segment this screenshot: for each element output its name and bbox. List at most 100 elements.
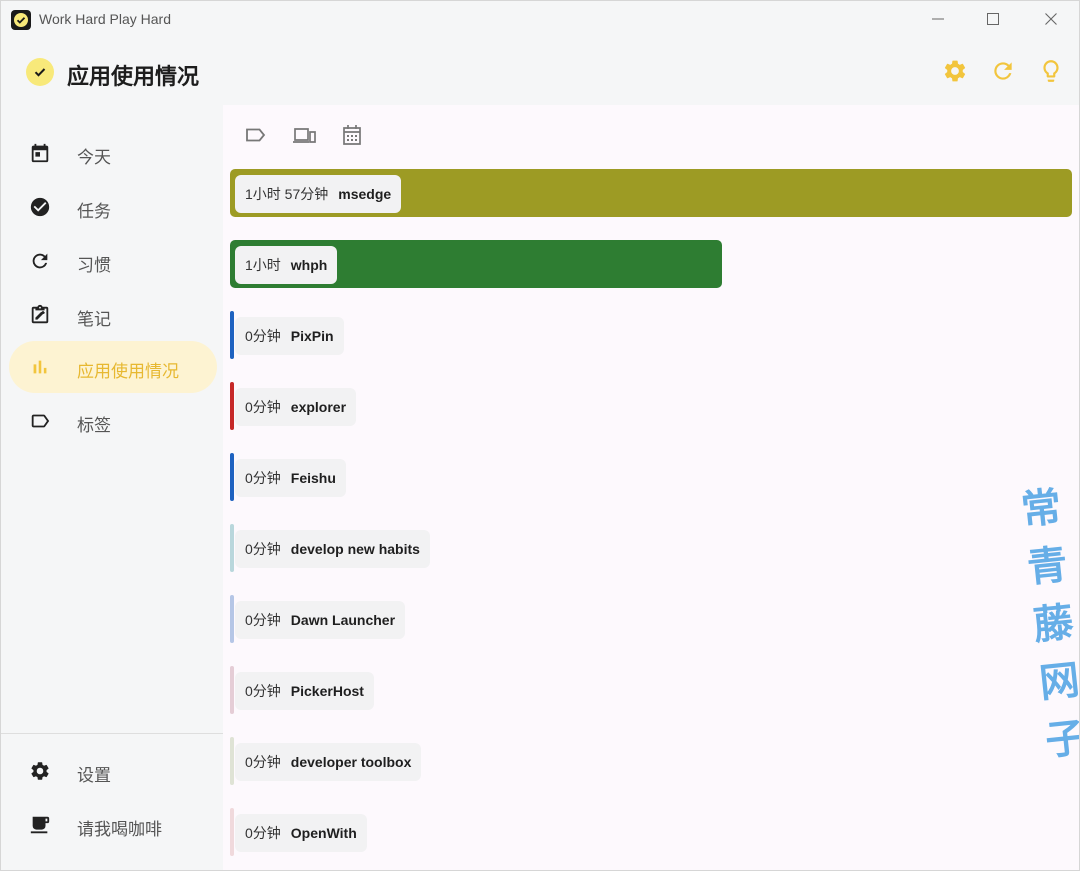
usage-app-name: develop new habits — [290, 541, 420, 557]
usage-duration: 0分钟 — [245, 825, 281, 841]
usage-app-name: Dawn Launcher — [290, 612, 396, 628]
calendar-icon — [343, 125, 361, 145]
filter-toolbar — [243, 123, 365, 147]
tag-filter-button[interactable] — [243, 123, 269, 147]
date-filter-button[interactable] — [339, 123, 365, 147]
usage-duration: 1小时 57分钟 — [245, 186, 329, 202]
usage-duration: 0分钟 — [245, 470, 281, 486]
usage-row[interactable]: 0分钟 developer toolbox — [230, 737, 1072, 785]
lightbulb-icon — [1043, 60, 1059, 82]
usage-bar — [230, 737, 234, 785]
title-bar: Work Hard Play Hard — [1, 1, 1079, 37]
usage-chip: 0分钟 PixPin — [235, 317, 344, 355]
usage-bar — [230, 595, 234, 643]
sidebar-item-settings[interactable]: 设置 — [9, 745, 217, 797]
devices-icon — [293, 128, 316, 143]
usage-row[interactable]: 0分钟 explorer — [230, 382, 1072, 430]
tips-button[interactable] — [1037, 57, 1065, 85]
header-check-icon — [26, 58, 54, 86]
page-title: 应用使用情况 — [67, 64, 200, 89]
settings-button[interactable] — [941, 57, 969, 85]
usage-duration: 0分钟 — [245, 328, 281, 344]
close-button[interactable] — [1028, 5, 1074, 33]
device-filter-button[interactable] — [291, 123, 317, 147]
sidebar-item-label: 设置 — [77, 766, 111, 785]
usage-chip: 0分钟 develop new habits — [235, 530, 430, 568]
calendar-today-icon — [29, 142, 51, 164]
refresh-button[interactable] — [989, 57, 1017, 85]
usage-row[interactable]: 1小时 57分钟 msedge — [230, 169, 1072, 217]
sidebar-item-label: 今天 — [77, 148, 111, 167]
minimize-icon — [932, 18, 944, 20]
usage-duration: 0分钟 — [245, 683, 281, 699]
sidebar-item-label: 请我喝咖啡 — [77, 820, 162, 839]
usage-app-name: Feishu — [290, 470, 336, 486]
sidebar-item-label: 习惯 — [77, 256, 111, 275]
gear-icon — [944, 60, 966, 82]
usage-row[interactable]: 1小时 whph — [230, 240, 1072, 288]
usage-app-name: PickerHost — [290, 683, 364, 699]
sidebar-divider — [1, 733, 223, 734]
usage-app-name: msedge — [338, 186, 392, 202]
usage-row[interactable]: 0分钟 Dawn Launcher — [230, 595, 1072, 643]
app-header: 应用使用情况 — [1, 37, 1079, 105]
sidebar-item-tasks[interactable]: 任务 — [9, 181, 217, 233]
usage-app-name: whph — [290, 257, 328, 273]
coffee-cup-icon — [29, 814, 51, 836]
gear-icon — [29, 760, 51, 782]
check-circle-icon — [29, 196, 51, 218]
usage-chip: 0分钟 developer toolbox — [235, 743, 422, 781]
usage-row[interactable]: 0分钟 Feishu — [230, 453, 1072, 501]
sidebar: 今天 任务 习惯 笔记 应用使用情况 标签 设置 请我喝咖啡 — [1, 105, 223, 870]
usage-bar — [230, 453, 234, 501]
sidebar-item-tags[interactable]: 标签 — [9, 395, 217, 447]
note-edit-icon — [29, 304, 51, 326]
sidebar-item-label: 笔记 — [77, 310, 111, 329]
usage-row[interactable]: 0分钟 OpenWith — [230, 808, 1072, 856]
usage-duration: 0分钟 — [245, 399, 281, 415]
usage-bar — [230, 808, 234, 856]
usage-duration: 0分钟 — [245, 612, 281, 628]
label-icon — [29, 410, 51, 432]
window-title: Work Hard Play Hard — [39, 11, 172, 27]
usage-bar — [230, 524, 234, 572]
usage-duration: 0分钟 — [245, 541, 281, 557]
refresh-icon — [29, 250, 51, 272]
usage-duration: 1小时 — [245, 257, 281, 273]
usage-app-name: developer toolbox — [290, 754, 412, 770]
usage-chip: 0分钟 Dawn Launcher — [235, 601, 406, 639]
usage-chip: 0分钟 PickerHost — [235, 672, 374, 710]
close-icon — [1045, 13, 1057, 25]
usage-row[interactable]: 0分钟 PickerHost — [230, 666, 1072, 714]
usage-app-name: explorer — [290, 399, 347, 415]
usage-chip: 0分钟 Feishu — [235, 459, 346, 497]
usage-app-name: OpenWith — [290, 825, 357, 841]
usage-bar — [230, 311, 234, 359]
sidebar-item-habits[interactable]: 习惯 — [9, 235, 217, 287]
refresh-icon — [994, 62, 1012, 80]
label-icon — [246, 128, 266, 142]
usage-chip: 0分钟 explorer — [235, 388, 357, 426]
usage-row[interactable]: 0分钟 PixPin — [230, 311, 1072, 359]
sidebar-item-today[interactable]: 今天 — [9, 127, 217, 179]
usage-chip: 0分钟 OpenWith — [235, 814, 367, 852]
usage-bar — [230, 666, 234, 714]
sidebar-item-app-usage[interactable]: 应用使用情况 — [9, 341, 217, 393]
usage-duration: 0分钟 — [245, 754, 281, 770]
bar-chart-icon — [29, 356, 51, 378]
app-logo-icon — [11, 10, 31, 30]
sidebar-item-buy-coffee[interactable]: 请我喝咖啡 — [9, 799, 217, 851]
usage-chip: 1小时 whph — [235, 246, 338, 284]
maximize-icon — [987, 13, 999, 25]
minimize-button[interactable] — [915, 5, 961, 33]
usage-row[interactable]: 0分钟 develop new habits — [230, 524, 1072, 572]
sidebar-item-label: 任务 — [77, 202, 111, 221]
sidebar-item-label: 标签 — [77, 416, 111, 435]
usage-app-name: PixPin — [290, 328, 334, 344]
maximize-button[interactable] — [970, 5, 1016, 33]
app-window: Work Hard Play Hard 应用使用情况 今天 任务 习惯 笔记 应… — [0, 0, 1080, 871]
usage-bar — [230, 382, 234, 430]
usage-chip: 1小时 57分钟 msedge — [235, 175, 402, 213]
main-content: 1小时 57分钟 msedge 1小时 whph 0分钟 PixPin 0分钟 explore… — [223, 105, 1079, 870]
sidebar-item-notes[interactable]: 笔记 — [9, 289, 217, 341]
